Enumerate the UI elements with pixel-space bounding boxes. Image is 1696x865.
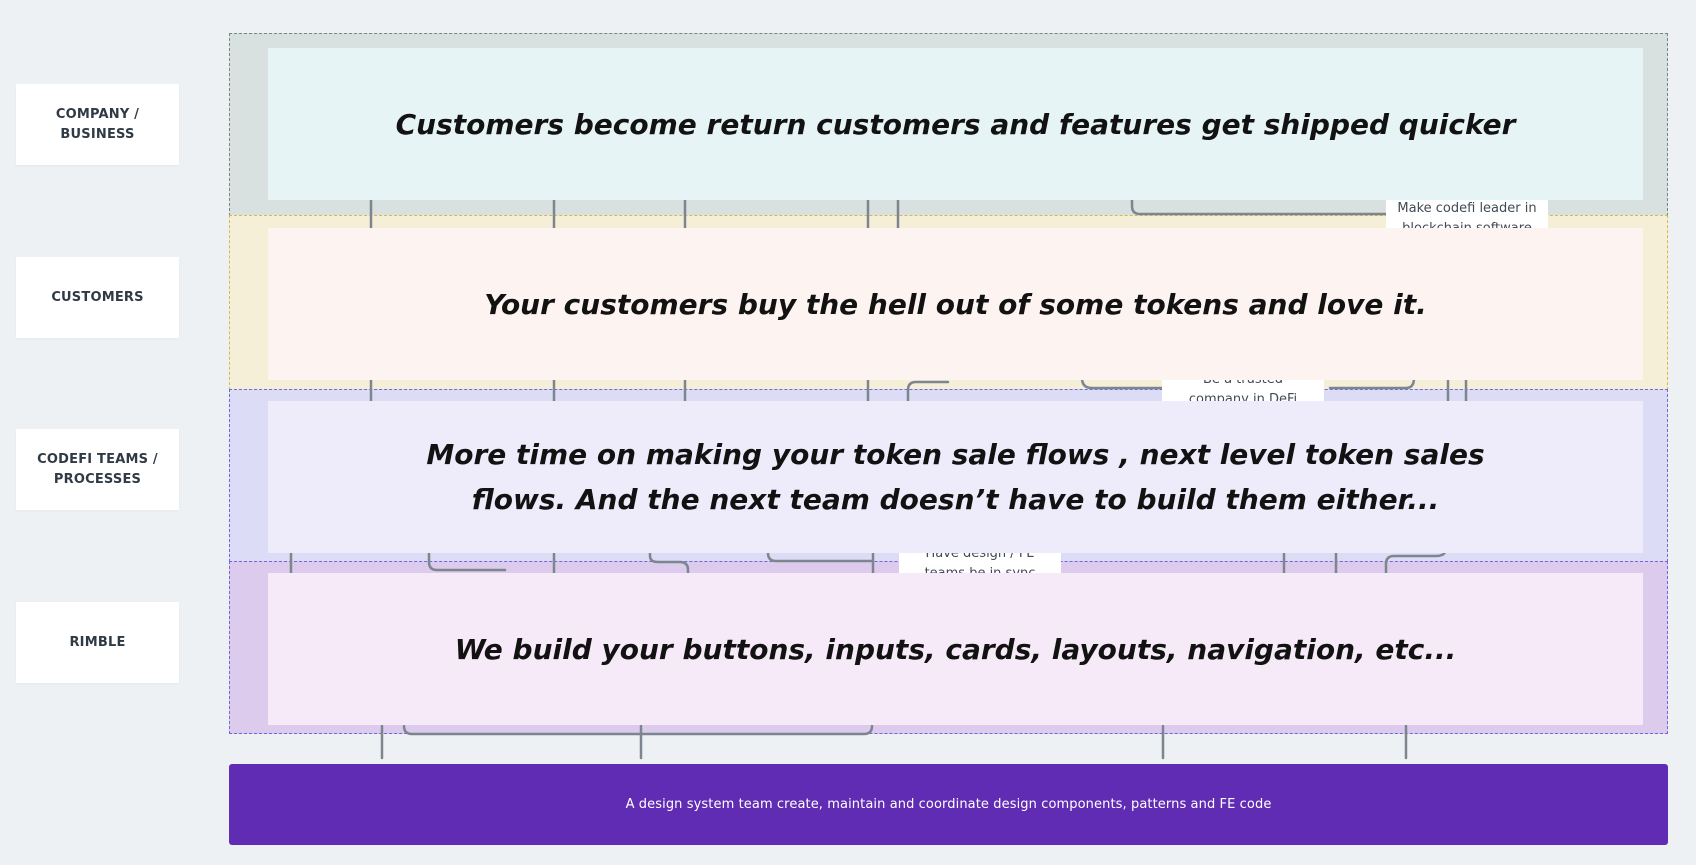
row-label-company-business: COMPANY / BUSINESS xyxy=(16,84,179,165)
row-label-codefi-teams-processes: CODEFI TEAMS / PROCESSES xyxy=(16,429,179,510)
row-label-line: COMPANY / xyxy=(55,106,140,122)
sticky-line: Make codefi leader in xyxy=(1397,201,1537,216)
banner-text: A design system team create, maintain an… xyxy=(625,797,1272,812)
statement-customers: Your customers buy the hell out of some … xyxy=(268,228,1643,380)
row-label-customers: CUSTOMERS xyxy=(16,257,179,338)
row-label-line: BUSINESS xyxy=(60,126,135,142)
row-label-line: PROCESSES xyxy=(53,471,142,487)
statement-rimble: We build your buttons, inputs, cards, la… xyxy=(268,573,1643,725)
row-label-rimble: RIMBLE xyxy=(16,602,179,683)
row-label-line: CODEFI TEAMS / xyxy=(37,451,158,467)
statement-company-business: Customers become return customers and fe… xyxy=(268,48,1643,200)
row-label-line: CUSTOMERS xyxy=(51,289,144,305)
row-label-line: RIMBLE xyxy=(69,634,126,650)
design-system-team-banner: A design system team create, maintain an… xyxy=(229,764,1668,845)
statement-codefi-teams: More time on making your token sale flow… xyxy=(268,401,1643,553)
